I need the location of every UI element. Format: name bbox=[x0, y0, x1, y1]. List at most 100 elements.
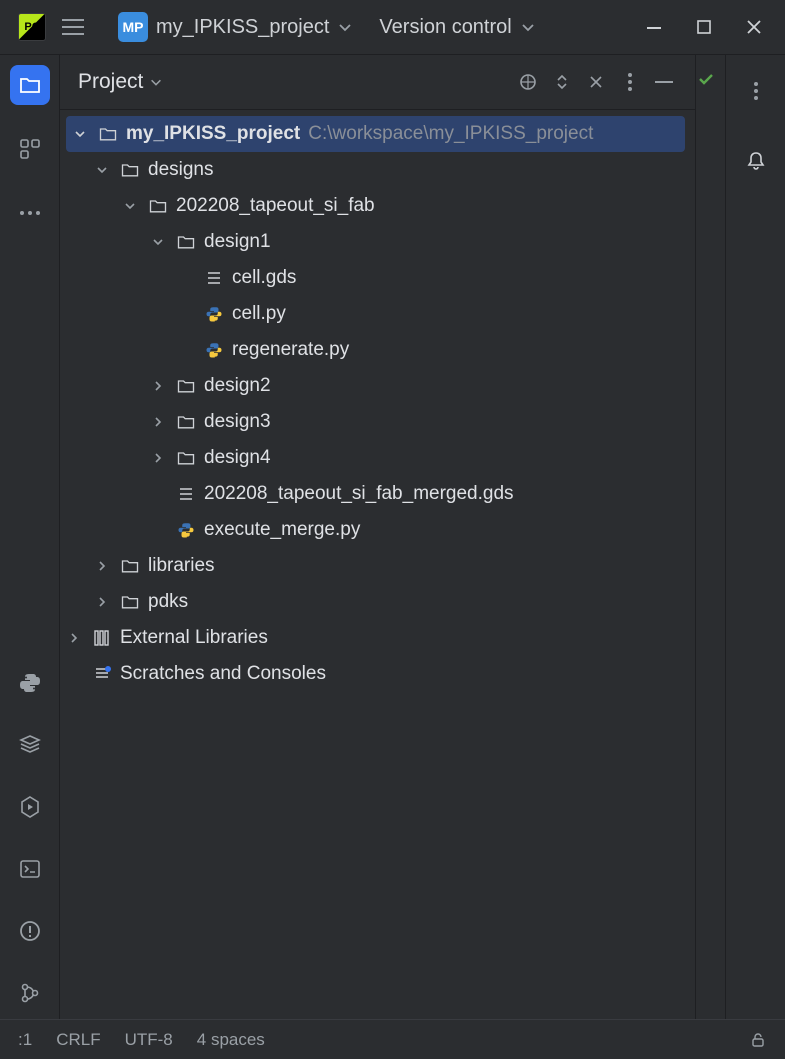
folder-icon bbox=[174, 448, 198, 468]
chevron-right-icon[interactable] bbox=[68, 632, 90, 644]
file-encoding[interactable]: UTF-8 bbox=[125, 1030, 173, 1050]
tree-file-node[interactable]: · cell.py bbox=[60, 296, 695, 332]
tree-node-label: my_IPKISS_project bbox=[126, 123, 300, 145]
options-menu-icon[interactable] bbox=[736, 71, 776, 111]
python-console-button[interactable] bbox=[10, 663, 50, 703]
window-minimize-button[interactable] bbox=[629, 7, 679, 47]
right-tool-stripe bbox=[725, 55, 785, 1019]
select-opened-file-icon[interactable] bbox=[511, 65, 545, 99]
chevron-down-icon[interactable] bbox=[74, 128, 96, 140]
tree-folder-node[interactable]: libraries bbox=[60, 548, 695, 584]
notifications-icon[interactable] bbox=[736, 141, 776, 181]
python-packages-button[interactable] bbox=[10, 725, 50, 765]
chevron-right-icon[interactable] bbox=[152, 380, 174, 392]
tree-node-label: libraries bbox=[148, 555, 215, 577]
tree-node-label: design2 bbox=[204, 375, 271, 397]
status-bar: :1 CRLF UTF-8 4 spaces bbox=[0, 1019, 785, 1059]
chevron-down-icon[interactable] bbox=[152, 236, 174, 248]
project-panel-header: Project bbox=[60, 55, 695, 110]
title-bar: PC MP my_IPKISS_project Version control bbox=[0, 0, 785, 55]
chevron-down-icon[interactable] bbox=[96, 164, 118, 176]
settings-icon[interactable] bbox=[613, 65, 647, 99]
tree-folder-node[interactable]: design3 bbox=[60, 404, 695, 440]
project-tree: my_IPKISS_project C:\workspace\my_IPKISS… bbox=[60, 110, 695, 1019]
indent-setting[interactable]: 4 spaces bbox=[197, 1030, 265, 1050]
tree-node-label: design3 bbox=[204, 411, 271, 433]
tree-external-libraries[interactable]: External Libraries bbox=[60, 620, 695, 656]
left-tool-stripe bbox=[0, 55, 60, 1019]
python-file-icon bbox=[202, 341, 226, 359]
scratches-icon bbox=[90, 664, 114, 684]
tree-folder-node[interactable]: pdks bbox=[60, 584, 695, 620]
tree-file-node[interactable]: · 202208_tapeout_si_fab_merged.gds bbox=[60, 476, 695, 512]
project-name-label[interactable]: my_IPKISS_project bbox=[156, 16, 329, 39]
folder-icon bbox=[118, 592, 142, 612]
hamburger-menu-icon[interactable] bbox=[58, 12, 88, 42]
chevron-down-icon[interactable] bbox=[520, 19, 536, 35]
structure-tool-button[interactable] bbox=[10, 129, 50, 169]
tree-node-path: C:\workspace\my_IPKISS_project bbox=[308, 123, 593, 145]
python-file-icon bbox=[202, 305, 226, 323]
chevron-down-icon[interactable] bbox=[337, 19, 353, 35]
tree-folder-node[interactable]: design4 bbox=[60, 440, 695, 476]
chevron-right-icon[interactable] bbox=[152, 416, 174, 428]
checkmark-icon[interactable] bbox=[696, 69, 725, 89]
tree-folder-node[interactable]: design2 bbox=[60, 368, 695, 404]
chevron-right-icon[interactable] bbox=[96, 596, 118, 608]
tree-node-label: cell.gds bbox=[232, 267, 296, 289]
tree-file-node[interactable]: · execute_merge.py bbox=[60, 512, 695, 548]
folder-icon bbox=[118, 556, 142, 576]
version-control-button[interactable] bbox=[10, 973, 50, 1013]
tree-folder-node[interactable]: designs bbox=[60, 152, 695, 188]
tree-node-label: Scratches and Consoles bbox=[120, 663, 326, 685]
tree-file-node[interactable]: · cell.gds bbox=[60, 260, 695, 296]
folder-icon bbox=[174, 412, 198, 432]
folder-icon bbox=[146, 196, 170, 216]
library-icon bbox=[90, 628, 114, 648]
services-button[interactable] bbox=[10, 787, 50, 827]
tree-node-label: 202208_tapeout_si_fab_merged.gds bbox=[204, 483, 514, 505]
tree-node-label: execute_merge.py bbox=[204, 519, 360, 541]
text-file-icon bbox=[174, 485, 198, 503]
tree-node-label: External Libraries bbox=[120, 627, 268, 649]
tree-folder-node[interactable]: 202208_tapeout_si_fab bbox=[60, 188, 695, 224]
tree-file-node[interactable]: · regenerate.py bbox=[60, 332, 695, 368]
project-tool-button[interactable] bbox=[10, 65, 50, 105]
collapse-all-icon[interactable] bbox=[579, 65, 613, 99]
lock-icon[interactable] bbox=[749, 1031, 767, 1049]
panel-title[interactable]: Project bbox=[78, 70, 143, 94]
more-tool-button[interactable] bbox=[10, 193, 50, 233]
chevron-down-icon[interactable] bbox=[124, 200, 146, 212]
tree-node-label: design1 bbox=[204, 231, 271, 253]
terminal-button[interactable] bbox=[10, 849, 50, 889]
folder-icon bbox=[174, 376, 198, 396]
line-separator[interactable]: CRLF bbox=[56, 1030, 100, 1050]
folder-icon bbox=[174, 232, 198, 252]
expand-collapse-icon[interactable] bbox=[545, 65, 579, 99]
tree-node-label: design4 bbox=[204, 447, 271, 469]
window-maximize-button[interactable] bbox=[679, 7, 729, 47]
tree-node-label: cell.py bbox=[232, 303, 286, 325]
chevron-right-icon[interactable] bbox=[96, 560, 118, 572]
chevron-right-icon[interactable] bbox=[152, 452, 174, 464]
tree-scratches[interactable]: · Scratches and Consoles bbox=[60, 656, 695, 692]
problems-button[interactable] bbox=[10, 911, 50, 951]
hide-panel-icon[interactable] bbox=[647, 65, 681, 99]
tree-node-label: designs bbox=[148, 159, 214, 181]
text-file-icon bbox=[202, 269, 226, 287]
folder-icon bbox=[118, 160, 142, 180]
project-tool-window: Project bbox=[60, 55, 695, 1019]
editor-gutter bbox=[695, 55, 725, 1019]
tree-folder-node[interactable]: design1 bbox=[60, 224, 695, 260]
project-badge[interactable]: MP bbox=[118, 12, 148, 42]
folder-icon bbox=[96, 124, 120, 144]
window-close-button[interactable] bbox=[729, 7, 779, 47]
chevron-down-icon[interactable] bbox=[149, 75, 163, 89]
pycharm-app-icon: PC bbox=[18, 13, 46, 41]
tree-node-label: pdks bbox=[148, 591, 188, 613]
tree-node-label: regenerate.py bbox=[232, 339, 349, 361]
version-control-menu[interactable]: Version control bbox=[379, 16, 511, 39]
tree-root-node[interactable]: my_IPKISS_project C:\workspace\my_IPKISS… bbox=[66, 116, 685, 152]
tree-node-label: 202208_tapeout_si_fab bbox=[176, 195, 375, 217]
cursor-position[interactable]: :1 bbox=[18, 1030, 32, 1050]
